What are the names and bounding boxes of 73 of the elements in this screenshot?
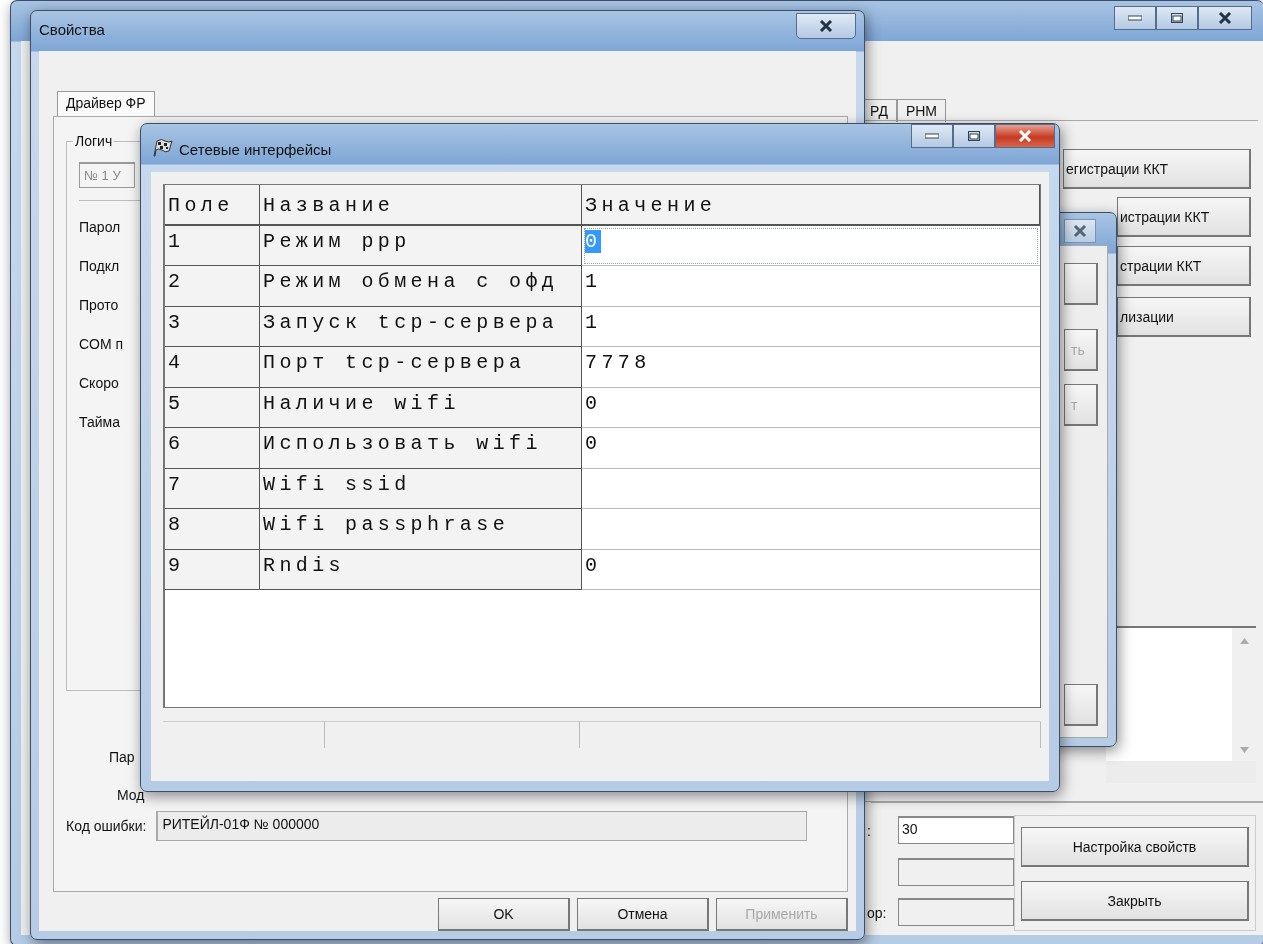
flag-icon <box>151 138 173 158</box>
table-cell: 3 <box>165 306 260 347</box>
table-cell: Запуск tcp-сервера <box>260 306 582 347</box>
dialog-button[interactable] <box>1064 263 1098 305</box>
tab[interactable]: Драйвер ФР <box>57 91 155 116</box>
close-button[interactable] <box>1198 6 1252 30</box>
close-button[interactable] <box>995 124 1055 148</box>
table-cell: Режим обмена с офд <box>260 266 582 307</box>
registration-button[interactable]: егистрации ККТ <box>1063 149 1251 189</box>
close-icon <box>1218 12 1232 24</box>
field-label: Подкл <box>79 258 121 274</box>
tab[interactable]: РНМ <box>896 99 946 122</box>
table-cell: 7 <box>165 468 260 509</box>
table-cell: Wifi passphrase <box>260 509 582 550</box>
maximize-button[interactable] <box>953 124 995 148</box>
field-label: COM п <box>79 336 125 352</box>
table-cell[interactable]: 0 <box>582 549 1040 590</box>
scrollbar[interactable] <box>1106 761 1256 783</box>
dialog-button[interactable]: Отмена <box>577 898 709 931</box>
minimize-icon <box>925 133 939 139</box>
close-icon <box>1018 130 1032 142</box>
column-header[interactable]: Поле <box>165 185 260 226</box>
maximize-icon <box>968 131 980 141</box>
field-label: Прото <box>79 297 120 313</box>
action-button[interactable]: Закрыть <box>1021 881 1249 921</box>
table-cell: Использовать wifi <box>260 428 582 469</box>
table-cell: Наличие wifi <box>260 387 582 428</box>
column-header[interactable]: Значение <box>582 185 1040 226</box>
field-label: Пар <box>109 749 135 765</box>
table-cell: Порт tcp-сервера <box>260 347 582 388</box>
table-cell: Rndis <box>260 549 582 590</box>
table-cell[interactable]: 0 <box>582 428 1040 469</box>
dialog-button[interactable]: OK <box>438 898 570 931</box>
minimize-icon <box>1128 15 1142 21</box>
column-header[interactable]: Название <box>260 185 582 226</box>
group-label: Логич <box>73 133 115 149</box>
minimize-button[interactable] <box>1114 6 1156 30</box>
minimize-button[interactable] <box>911 124 953 148</box>
table-cell[interactable]: 1 <box>582 266 1040 307</box>
registration-button[interactable]: лизации <box>1117 297 1251 337</box>
table-cell: 6 <box>165 428 260 469</box>
field-label: ор: <box>867 905 887 921</box>
field-label: Мод <box>117 787 145 803</box>
table-cell: Wifi ssid <box>260 468 582 509</box>
table-cell: 1 <box>165 225 260 266</box>
maximize-icon <box>1171 13 1183 23</box>
table-cell[interactable]: 1 <box>582 306 1040 347</box>
field-label: Тайма <box>79 414 121 430</box>
action-button[interactable]: Настройка свойств <box>1021 827 1249 867</box>
table-cell[interactable]: 7778 <box>582 347 1040 388</box>
table-cell: 5 <box>165 387 260 428</box>
field-label: : <box>867 823 871 839</box>
dialog-button[interactable] <box>1064 684 1098 726</box>
table-cell[interactable]: 0 <box>582 387 1040 428</box>
window-title: Сетевые интерфейсы <box>179 140 332 158</box>
table-cell: Режим ppp <box>260 225 582 266</box>
registration-button[interactable]: истрации ККТ <box>1117 197 1251 237</box>
maximize-button[interactable] <box>1156 6 1198 30</box>
registration-button[interactable]: страции ККТ <box>1117 246 1251 286</box>
table-cell: 2 <box>165 266 260 307</box>
table-cell: 4 <box>165 347 260 388</box>
close-button[interactable] <box>796 13 856 39</box>
close-icon <box>819 20 833 32</box>
table-cell: 9 <box>165 549 260 590</box>
field-label: Парол <box>79 219 122 235</box>
window-title: Свойства <box>39 21 105 38</box>
input-field[interactable]: 30 <box>898 816 1014 844</box>
field-label: Код ошибки: <box>66 818 147 834</box>
error-code-field[interactable]: РИТЕЙЛ-01Ф № 000000 <box>156 811 807 841</box>
field-label: Скоро <box>79 375 120 391</box>
close-button[interactable] <box>1064 219 1096 243</box>
close-icon <box>1073 225 1087 237</box>
table-cell: 8 <box>165 509 260 550</box>
